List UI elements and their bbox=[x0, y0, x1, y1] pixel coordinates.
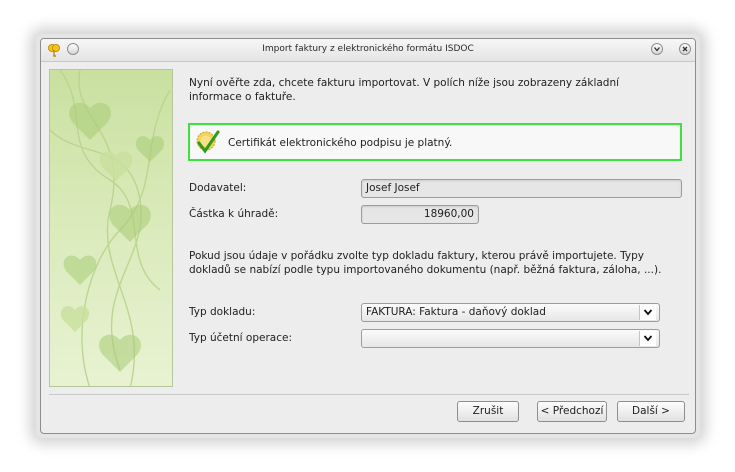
doc-type-value: FAKTURA: Faktura - daňový doklad bbox=[366, 306, 546, 318]
window-title: Import faktury z elektronického formátu … bbox=[262, 44, 474, 54]
back-button[interactable]: < Předchozí bbox=[537, 401, 607, 422]
close-icon[interactable] bbox=[679, 43, 691, 55]
chevron-down-icon[interactable] bbox=[639, 305, 656, 320]
button-divider bbox=[49, 394, 689, 395]
intro-text: Nyní ověřte zda, chcete fakturu importov… bbox=[189, 77, 620, 103]
next-button[interactable]: Další > bbox=[617, 401, 685, 422]
wizard-side-image bbox=[49, 69, 173, 387]
info-text: Pokud jsou údaje v pořádku zvolte typ do… bbox=[189, 250, 662, 276]
supplier-label: Dodavatel: bbox=[189, 182, 247, 194]
certificate-status-text: Certifikát elektronického podpisu je pla… bbox=[228, 137, 453, 149]
chevron-down-icon[interactable] bbox=[639, 331, 656, 346]
title-bar[interactable]: Import faktury z elektronického formátu … bbox=[41, 39, 695, 62]
doc-type-select[interactable]: FAKTURA: Faktura - daňový doklad bbox=[361, 303, 660, 322]
amount-field[interactable]: 18960,00 bbox=[361, 205, 479, 224]
certificate-checkmark-icon bbox=[194, 129, 220, 157]
op-type-label: Typ účetní operace: bbox=[189, 332, 292, 344]
op-type-select[interactable] bbox=[361, 329, 660, 348]
cancel-button[interactable]: Zrušit bbox=[457, 401, 519, 422]
amount-label: Částka k úhradě: bbox=[189, 208, 279, 220]
doc-type-label: Typ dokladu: bbox=[189, 306, 256, 318]
chevron-down-icon[interactable] bbox=[651, 43, 663, 55]
supplier-field[interactable]: Josef Josef bbox=[361, 179, 682, 198]
import-dialog: Import faktury z elektronického formátu … bbox=[40, 38, 696, 434]
certificate-status-box: Certifikát elektronického podpisu je pla… bbox=[188, 123, 682, 161]
